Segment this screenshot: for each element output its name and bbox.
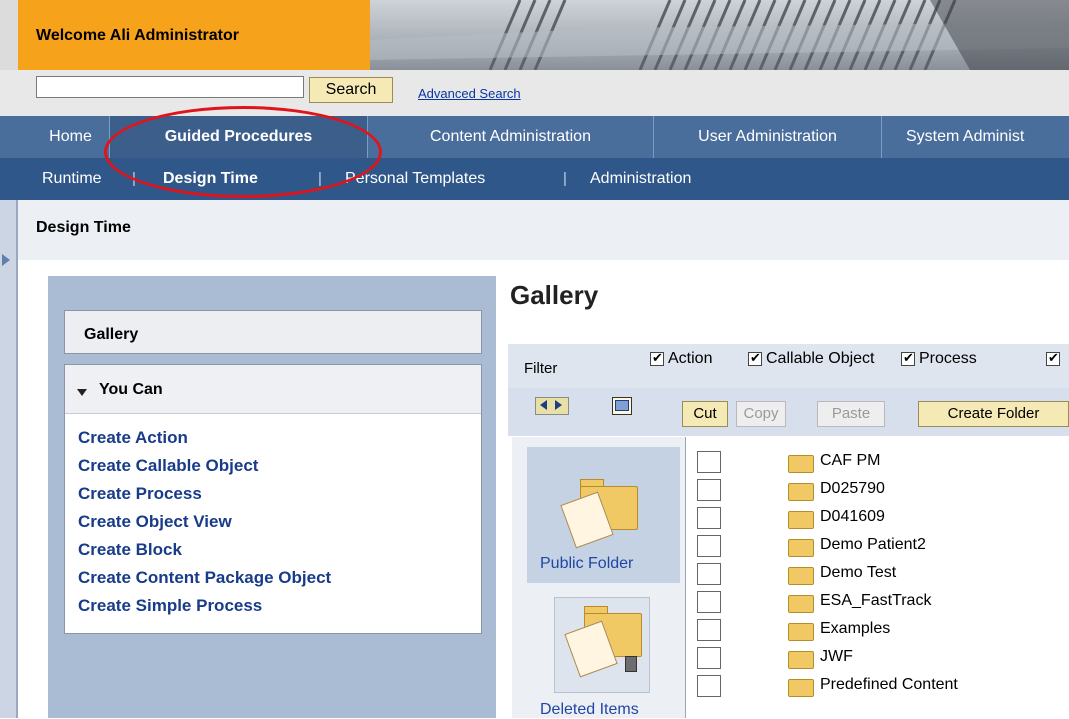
filter-action-label: Action [668, 350, 713, 367]
advanced-search-link[interactable]: Advanced Search [418, 86, 521, 101]
expand-arrow-icon[interactable] [2, 254, 10, 266]
filter-callable-object-checkbox[interactable]: ✔ [748, 350, 762, 366]
filter-process-checkbox[interactable]: ✔ [901, 350, 915, 366]
welcome-text: Welcome Ali Administrator [36, 27, 239, 44]
list-item[interactable]: Predefined Content [820, 676, 958, 694]
search-input[interactable] [36, 76, 304, 98]
checkmark-icon: ✔ [652, 350, 663, 365]
gallery-section-label: Gallery [84, 326, 139, 343]
create-content-package-object-link[interactable]: Create Content Package Object [78, 568, 331, 588]
details-view-icon-inner [615, 400, 629, 411]
list-item[interactable]: D025790 [820, 480, 885, 498]
folder-icon [788, 455, 814, 473]
list-item[interactable]: D041609 [820, 508, 885, 526]
header-banner-image [370, 0, 1069, 70]
public-folder-label[interactable]: Public Folder [540, 555, 633, 573]
list-item[interactable]: Examples [820, 620, 890, 638]
cut-button[interactable]: Cut [682, 401, 728, 427]
create-action-link[interactable]: Create Action [78, 428, 188, 448]
row-checkbox[interactable] [697, 647, 721, 669]
panel-divider [16, 200, 18, 718]
checkmark-icon: ✔ [1048, 350, 1059, 365]
collapse-triangle-icon[interactable] [77, 389, 87, 396]
list-item[interactable]: Demo Test [820, 564, 896, 582]
trash-can-icon [625, 656, 637, 672]
annotation-highlight-ellipse [104, 106, 382, 198]
subnav-administration[interactable]: Administration [590, 158, 691, 200]
list-item[interactable]: ESA_FastTrack [820, 592, 931, 610]
navigation-panel-edge[interactable] [0, 200, 16, 718]
create-process-link[interactable]: Create Process [78, 484, 202, 504]
tab-system-administration[interactable]: System Administ [882, 116, 1069, 158]
page-title-bar [0, 200, 1069, 260]
row-checkbox[interactable] [697, 563, 721, 585]
folder-icon [788, 567, 814, 585]
folder-icon [788, 483, 814, 501]
deleted-items-label[interactable]: Deleted Items [540, 701, 639, 719]
deleted-items-tile[interactable] [554, 597, 650, 693]
row-checkbox[interactable] [697, 591, 721, 613]
filter-process-label: Process [919, 350, 977, 367]
filter-label: Filter [524, 360, 558, 377]
row-checkbox[interactable] [697, 619, 721, 641]
checkmark-icon: ✔ [750, 350, 761, 365]
you-can-label: You Can [99, 381, 163, 398]
banner-graphic [370, 0, 1069, 70]
tab-user-administration[interactable]: User Administration [654, 116, 882, 158]
list-item[interactable]: CAF PM [820, 452, 880, 470]
list-item[interactable]: Demo Patient2 [820, 536, 926, 554]
folder-icon [788, 651, 814, 669]
list-item[interactable]: JWF [820, 648, 853, 666]
arrow-right-icon[interactable] [555, 400, 562, 410]
folder-icon [788, 623, 814, 641]
row-checkbox[interactable] [697, 451, 721, 473]
filter-more-checkbox[interactable]: ✔ [1046, 350, 1060, 366]
gallery-title: Gallery [510, 280, 599, 310]
paste-button[interactable]: Paste [817, 401, 885, 427]
page-title: Design Time [36, 219, 131, 236]
copy-button[interactable]: Copy [736, 401, 786, 427]
filter-action-checkbox[interactable]: ✔ [650, 350, 664, 366]
folder-icon [788, 595, 814, 613]
filter-callable-object-label: Callable Object [766, 350, 875, 367]
checkmark-icon: ✔ [903, 350, 914, 365]
tab-content-administration[interactable]: Content Administration [368, 116, 654, 158]
folder-icon [788, 679, 814, 697]
row-checkbox[interactable] [697, 675, 721, 697]
create-simple-process-link[interactable]: Create Simple Process [78, 596, 262, 616]
tab-home[interactable]: Home [32, 116, 110, 158]
folder-icon [788, 539, 814, 557]
row-checkbox[interactable] [697, 479, 721, 501]
arrow-left-icon[interactable] [540, 400, 547, 410]
folder-icon [788, 511, 814, 529]
row-checkbox[interactable] [697, 535, 721, 557]
row-checkbox[interactable] [697, 507, 721, 529]
subnav-separator: | [563, 170, 567, 187]
create-callable-object-link[interactable]: Create Callable Object [78, 456, 258, 476]
create-folder-button[interactable]: Create Folder [918, 401, 1069, 427]
create-object-view-link[interactable]: Create Object View [78, 512, 232, 532]
create-block-link[interactable]: Create Block [78, 540, 182, 560]
subnav-runtime[interactable]: Runtime [42, 158, 102, 200]
search-button[interactable]: Search [309, 77, 393, 103]
